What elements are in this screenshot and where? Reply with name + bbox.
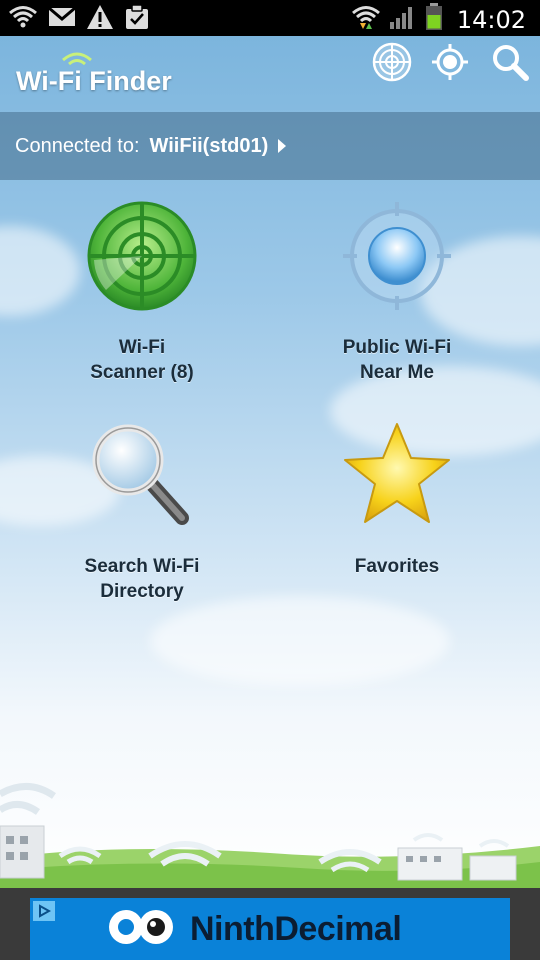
ad-choices-icon[interactable] (33, 901, 55, 921)
wifi-icon (8, 4, 38, 35)
magnifier-icon (86, 418, 198, 535)
public-wifi-label-line1: Public Wi-Fi (342, 337, 452, 358)
signal-icon (389, 4, 417, 35)
battery-icon (425, 3, 443, 36)
app-screen: Wi-Fi Finder Connected to: WiiFii(std01)… (0, 36, 540, 888)
radar-button[interactable] (370, 42, 414, 86)
ad-brand-part1: Ninth (190, 909, 275, 948)
wifi-scanner-tile[interactable]: Wi-Fi Scanner (8) (32, 200, 252, 400)
clipboard-icon (124, 4, 150, 35)
wifi-transfer-icon (351, 3, 381, 36)
search-icon (490, 42, 530, 87)
status-bar: 14:02 (0, 0, 540, 36)
connection-bar[interactable]: Connected to: WiiFii(std01) (0, 112, 540, 180)
app-header: Wi-Fi Finder (0, 36, 540, 112)
ad-banner-container: NinthDecimal (0, 888, 540, 960)
public-wifi-label-line2: Near Me (360, 362, 434, 383)
warning-icon (86, 4, 114, 35)
radar-icon (372, 42, 412, 87)
wifi-scanner-label-line1: Wi-Fi (118, 337, 166, 358)
ad-brand-name: NinthDecimal (190, 909, 402, 949)
search-directory-tile[interactable]: Search Wi-Fi Directory (32, 418, 252, 618)
favorites-label: Favorites (354, 556, 440, 577)
star-icon (339, 418, 455, 535)
ad-banner[interactable]: NinthDecimal (30, 898, 510, 960)
app-title: Wi-Fi Finder (16, 66, 172, 96)
favorites-tile[interactable]: Favorites (287, 418, 507, 618)
wifi-scanner-label-line2: Scanner (8) (90, 362, 194, 383)
chevron-right-icon (278, 139, 287, 153)
ninthdecimal-logo-icon (106, 904, 176, 955)
gmail-icon (48, 6, 76, 33)
target-icon (341, 200, 453, 317)
locate-button[interactable] (428, 42, 472, 86)
locate-icon (430, 42, 470, 87)
clock: 14:02 (456, 5, 526, 34)
search-button[interactable] (488, 42, 532, 86)
ad-brand-part2: Decimal (274, 909, 402, 948)
search-directory-label-line1: Search Wi-Fi (84, 556, 200, 577)
search-directory-label-line2: Directory (100, 581, 184, 602)
connected-network-name: WiiFii(std01) (149, 134, 269, 157)
radar-icon (86, 200, 198, 317)
scenery-illustration (0, 758, 540, 888)
public-wifi-tile[interactable]: Public Wi-Fi Near Me (287, 200, 507, 400)
connection-label: Connected to: (15, 134, 140, 157)
